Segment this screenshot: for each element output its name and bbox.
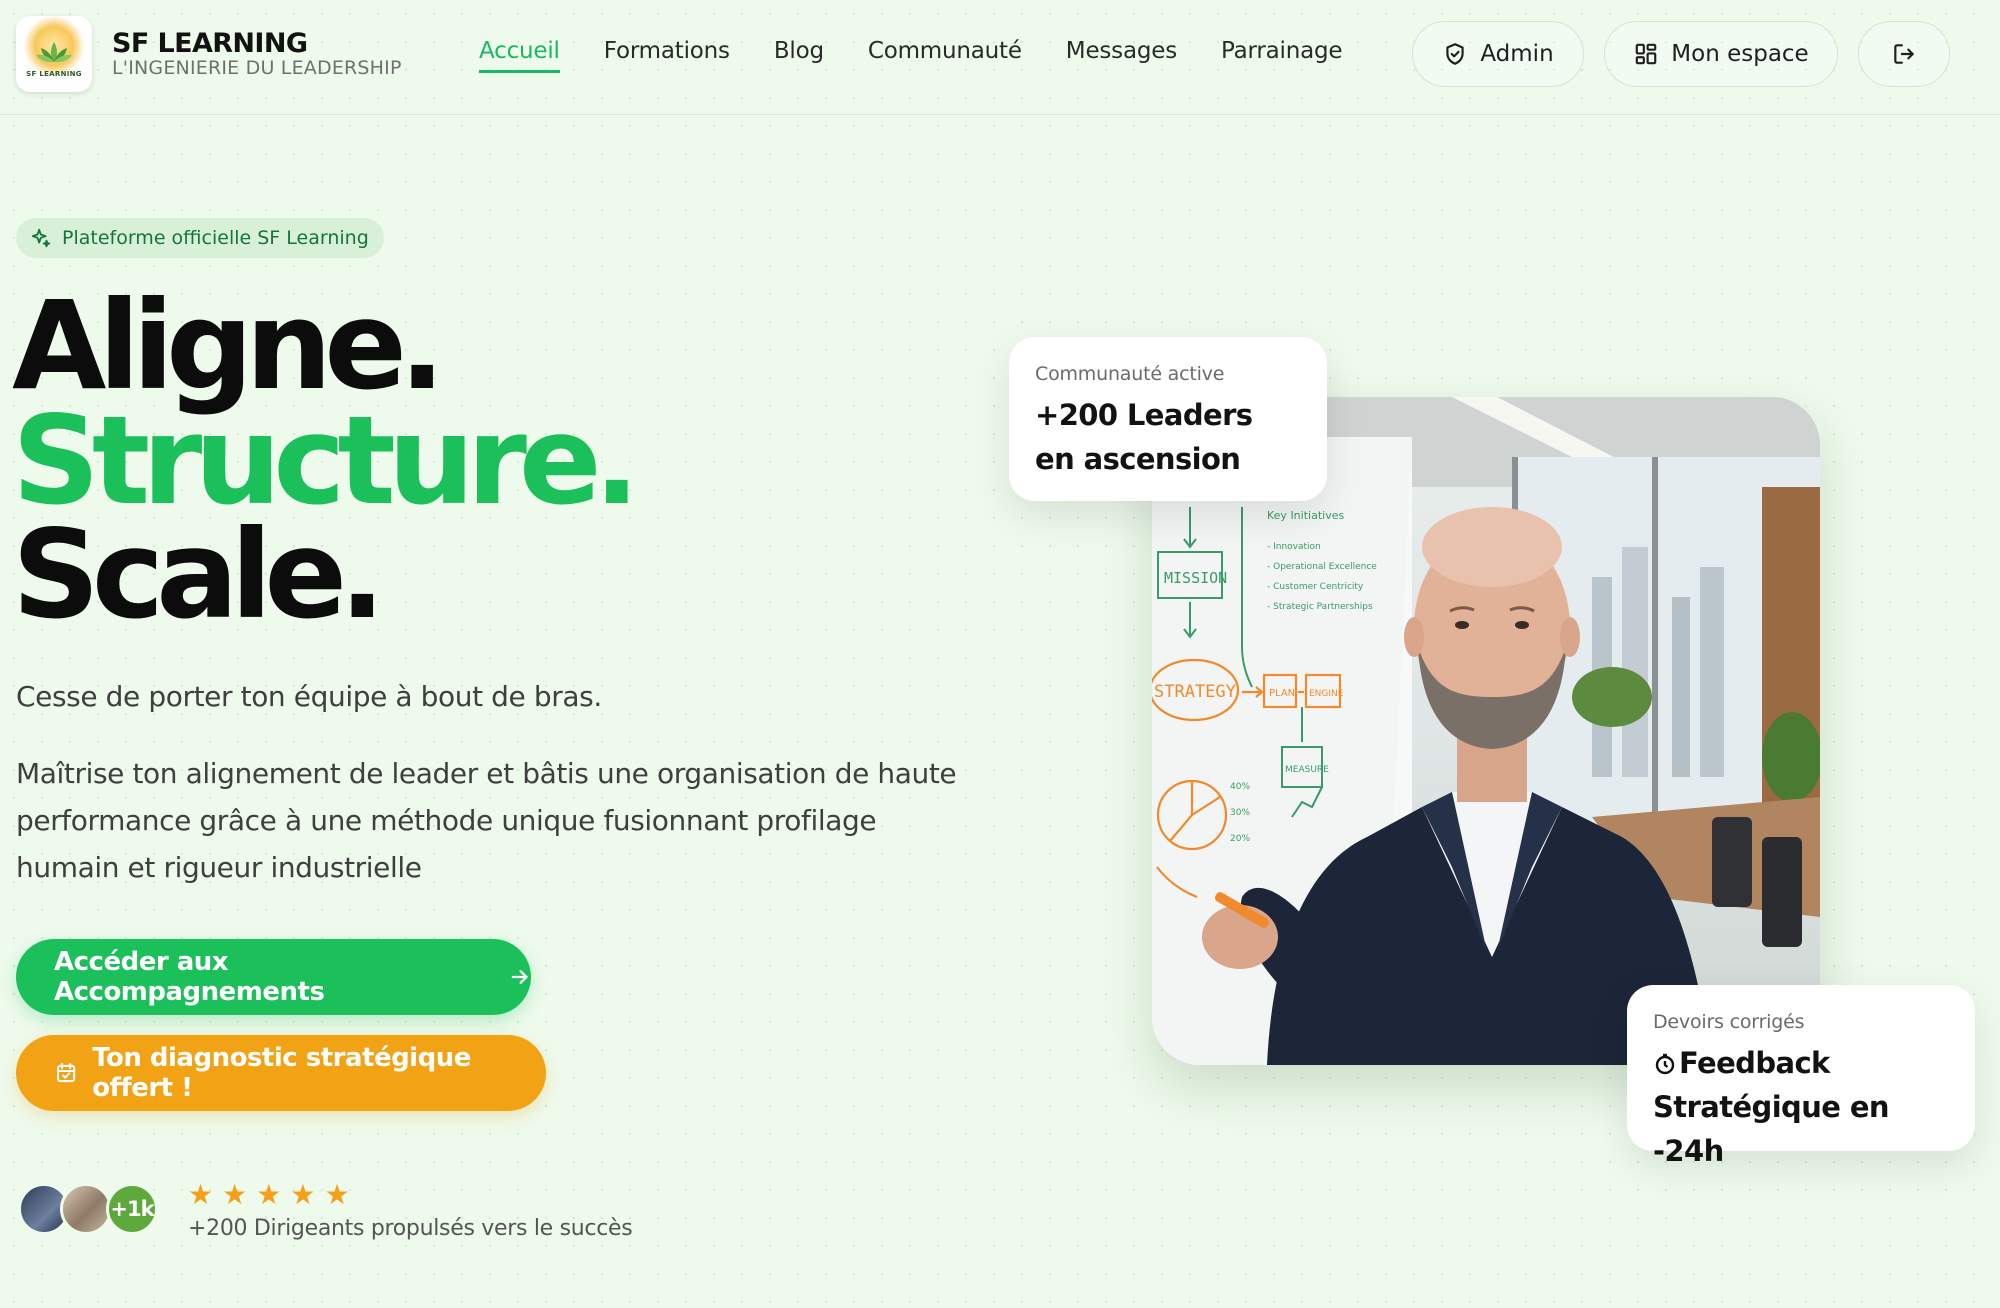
clock-icon: [1655, 1053, 1675, 1075]
hero-lead-2: Maîtrise ton alignement de leader et bât…: [16, 757, 957, 884]
official-platform-badge: Plateforme officielle SF Learning: [16, 218, 384, 258]
wb-bullet: - Strategic Partnerships: [1267, 602, 1373, 612]
mon-espace-button[interactable]: Mon espace: [1604, 21, 1838, 87]
logout-button[interactable]: [1858, 21, 1950, 87]
nav-communaute[interactable]: Communauté: [868, 38, 1022, 73]
community-card-value: +200 Leaders en ascension: [1035, 398, 1253, 476]
diagnostic-button[interactable]: Ton diagnostic stratégique offert !: [16, 1035, 546, 1111]
avatar-group: +1k: [18, 1183, 163, 1237]
accompagnements-button[interactable]: Accéder aux Accompagnements: [16, 939, 531, 1015]
wb-strategy: STRATEGY: [1154, 682, 1236, 702]
mon-espace-label: Mon espace: [1671, 41, 1809, 67]
badge-label: Plateforme officielle SF Learning: [62, 227, 369, 249]
main-nav: Accueil Formations Blog Communauté Messa…: [479, 38, 1343, 73]
lotus-icon: [36, 42, 72, 63]
wb-bullet: - Operational Excellence: [1267, 562, 1377, 572]
arrow-right-icon: [511, 970, 528, 984]
nav-accueil[interactable]: Accueil: [479, 38, 560, 73]
feedback-card-value: Feedback Stratégique en -24h: [1653, 1041, 1949, 1173]
star-icon: ★: [188, 1178, 214, 1211]
wb-key-initiatives: Key Initiatives: [1267, 509, 1344, 522]
brand-logo[interactable]: SF LEARNING: [16, 16, 92, 92]
brand-name[interactable]: SF LEARNING: [112, 28, 308, 59]
sparkle-icon: [31, 228, 51, 248]
wb-bullet: - Innovation: [1267, 542, 1321, 552]
feedback-card: Devoirs corrigés Feedback Stratégique en…: [1627, 985, 1975, 1168]
admin-label: Admin: [1480, 41, 1554, 67]
shield-icon: [1446, 43, 1465, 65]
feedback-card-text: Feedback Stratégique en -24h: [1653, 1046, 1890, 1168]
star-icon: ★: [290, 1178, 316, 1211]
diagnostic-label: Ton diagnostic stratégique offert !: [92, 1043, 471, 1103]
accompagnements-label: Accéder aux Accompagnements: [54, 947, 325, 1007]
social-proof-text: +200 Dirigeants propulsés vers le succès: [188, 1216, 633, 1241]
wb-measure: MEASURE: [1285, 765, 1329, 775]
nav-formations[interactable]: Formations: [604, 38, 730, 73]
top-header: SF LEARNING SF LEARNING L'INGENIERIE DU …: [0, 0, 2000, 115]
community-card: Communauté active +200 Leaders en ascens…: [1009, 337, 1327, 501]
community-card-label: Communauté active: [1035, 363, 1225, 385]
star-icon: ★: [222, 1178, 248, 1211]
avatar-count-badge: +1k: [106, 1183, 158, 1235]
avatar: [60, 1183, 112, 1235]
admin-button[interactable]: Admin: [1412, 21, 1584, 87]
wb-mission: MISSION: [1164, 569, 1227, 587]
feedback-card-label: Devoirs corrigés: [1653, 1011, 1805, 1033]
calendar-icon: [57, 1062, 76, 1083]
wb-plan: PLAN: [1269, 688, 1295, 699]
wb-engine: ENGINE: [1309, 689, 1344, 699]
wb-bullet: - Customer Centricity: [1267, 582, 1364, 592]
nav-messages[interactable]: Messages: [1066, 38, 1177, 73]
hero-lead-1: Cesse de porter ton équipe à bout de bra…: [16, 680, 602, 713]
logo-text: SF LEARNING: [26, 70, 82, 78]
nav-parrainage[interactable]: Parrainage: [1221, 38, 1343, 73]
rating-stars: ★ ★ ★ ★ ★: [188, 1181, 350, 1209]
wb-percent: 30%: [1230, 808, 1250, 818]
nav-blog[interactable]: Blog: [774, 38, 824, 73]
logout-icon: [1894, 44, 1914, 64]
star-icon: ★: [324, 1178, 350, 1211]
wb-percent: 20%: [1230, 834, 1250, 844]
wb-percent: 40%: [1230, 782, 1250, 792]
brand-tagline: L'INGENIERIE DU LEADERSHIP: [112, 57, 402, 79]
hero-title-line-1: Aligne.: [12, 275, 445, 417]
hero-title-line-3: Scale.: [12, 504, 385, 646]
star-icon: ★: [256, 1178, 282, 1211]
grid-icon: [1635, 43, 1657, 65]
